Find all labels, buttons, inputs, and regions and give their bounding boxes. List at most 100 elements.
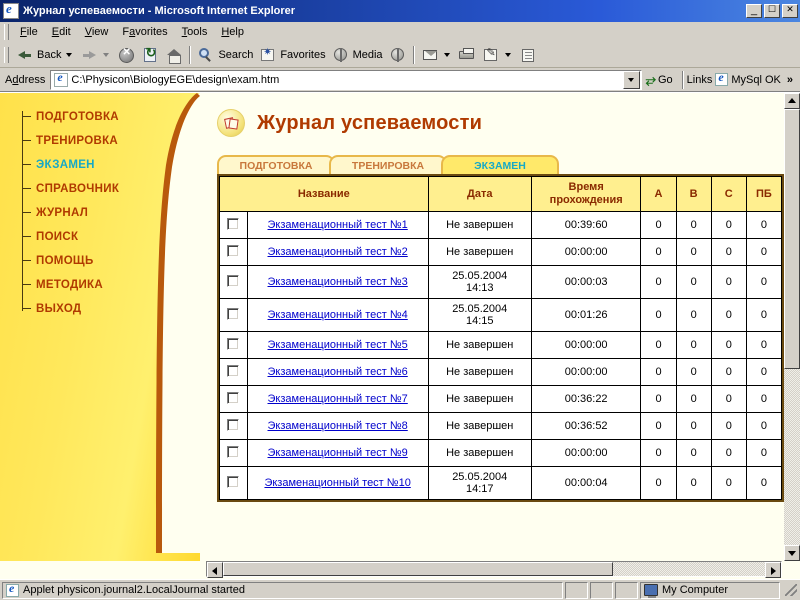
test-link[interactable]: Экзаменационный тест №5 [268, 339, 408, 351]
tab-bar: ПОДГОТОВКА ТРЕНИРОВКА ЭКЗАМЕН [200, 155, 784, 174]
go-label: Go [658, 74, 673, 86]
minimize-icon: _ [747, 6, 761, 14]
menu-tools[interactable]: Tools [175, 24, 215, 40]
address-input[interactable]: C:\Physicon\BiologyEGE\design\exam.htm [50, 70, 641, 90]
sidebar-item-spravochnik[interactable]: СПРАВОЧНИК [22, 177, 162, 201]
test-link[interactable]: Экзаменационный тест №8 [268, 420, 408, 432]
test-link[interactable]: Экзаменационный тест №3 [268, 276, 408, 288]
favorites-button[interactable]: Favorites [256, 44, 328, 66]
media-globe-icon [332, 46, 350, 64]
links-overflow-icon[interactable]: » [784, 74, 796, 86]
close-button[interactable]: ✕ [782, 4, 798, 18]
row-checkbox[interactable] [227, 245, 239, 257]
scroll-down-button[interactable] [784, 545, 800, 561]
back-dropdown-icon[interactable] [66, 53, 72, 57]
forward-dropdown-icon[interactable] [103, 53, 109, 57]
tab-label: ПОДГОТОВКА [240, 160, 313, 172]
row-score-b-cell: 0 [676, 467, 711, 500]
forward-button[interactable] [77, 44, 114, 66]
discuss-button[interactable] [516, 44, 540, 66]
row-checkbox[interactable] [227, 365, 239, 377]
row-checkbox[interactable] [227, 419, 239, 431]
address-dropdown-button[interactable] [623, 71, 640, 89]
menu-view[interactable]: View [78, 24, 116, 40]
horizontal-scrollbar[interactable] [206, 561, 782, 577]
row-score-a-cell: 0 [641, 467, 676, 500]
menu-grip[interactable] [4, 24, 9, 40]
row-score-pb-cell: 0 [746, 467, 781, 500]
history-button[interactable] [386, 44, 410, 66]
test-link[interactable]: Экзаменационный тест №4 [268, 309, 408, 321]
sidebar-item-vyhod[interactable]: ВЫХОД [22, 297, 162, 321]
test-link[interactable]: Экзаменационный тест №6 [268, 366, 408, 378]
minimize-button[interactable]: _ [746, 4, 762, 18]
tab-trenirovka[interactable]: ТРЕНИРОВКА [329, 155, 447, 174]
row-checkbox[interactable] [227, 218, 239, 230]
test-link[interactable]: Экзаменационный тест №1 [268, 219, 408, 231]
horizontal-scroll-track[interactable] [223, 562, 765, 576]
toolbar-separator [189, 46, 191, 64]
row-checkbox-cell [220, 212, 248, 239]
home-button[interactable] [162, 44, 186, 66]
stop-button[interactable] [114, 44, 138, 66]
search-button[interactable]: Search [194, 44, 256, 66]
resize-grip[interactable] [784, 583, 798, 597]
sidebar-item-metodika[interactable]: МЕТОДИКА [22, 273, 162, 297]
toolbar-grip[interactable] [4, 47, 9, 63]
mail-button[interactable] [418, 44, 455, 66]
test-link[interactable]: Экзаменационный тест №10 [264, 477, 410, 489]
scroll-left-button[interactable] [207, 562, 223, 578]
menu-file[interactable]: File [13, 24, 45, 40]
menu-favorites[interactable]: Favorites [115, 24, 174, 40]
media-button[interactable]: Media [329, 44, 386, 66]
maximize-button[interactable]: ☐ [764, 4, 780, 18]
table-row: Экзаменационный тест №5Не завершен00:00:… [220, 332, 782, 359]
row-score-b-cell: 0 [676, 266, 711, 299]
journal-table: Название Дата Время прохождения А В С ПБ… [219, 176, 782, 500]
row-checkbox[interactable] [227, 476, 239, 488]
row-checkbox[interactable] [227, 338, 239, 350]
sidebar-item-podgotovka[interactable]: ПОДГОТОВКА [22, 105, 162, 129]
print-button[interactable] [455, 44, 479, 66]
edit-button[interactable] [479, 44, 516, 66]
tab-podgotovka[interactable]: ПОДГОТОВКА [217, 155, 335, 174]
refresh-button[interactable] [138, 44, 162, 66]
menu-help[interactable]: Help [214, 24, 251, 40]
link-mysql-ok[interactable]: MySql OK [715, 73, 781, 86]
row-score-a-cell: 0 [641, 413, 676, 440]
edit-dropdown-icon[interactable] [505, 53, 511, 57]
row-time-cell: 00:00:00 [531, 440, 641, 467]
scroll-right-button[interactable] [765, 562, 781, 578]
sidebar-item-zhurnal[interactable]: ЖУРНАЛ [22, 201, 162, 225]
row-checkbox[interactable] [227, 446, 239, 458]
menu-edit[interactable]: Edit [45, 24, 78, 40]
sidebar-item-pomoshch[interactable]: ПОМОЩЬ [22, 249, 162, 273]
row-checkbox[interactable] [227, 392, 239, 404]
tab-ekzamen[interactable]: ЭКЗАМЕН [441, 155, 559, 174]
col-header-b: В [676, 177, 711, 212]
test-link[interactable]: Экзаменационный тест №7 [268, 393, 408, 405]
sidebar-item-trenirovka[interactable]: ТРЕНИРОВКА [22, 129, 162, 153]
go-button[interactable]: ⥂ Go [642, 72, 679, 88]
row-name-cell: Экзаменационный тест №2 [247, 239, 428, 266]
vertical-scroll-thumb[interactable] [784, 109, 800, 369]
row-score-a-cell: 0 [641, 359, 676, 386]
row-score-a-cell: 0 [641, 239, 676, 266]
mail-dropdown-icon[interactable] [444, 53, 450, 57]
test-link[interactable]: Экзаменационный тест №9 [268, 447, 408, 459]
sidebar-item-poisk[interactable]: ПОИСК [22, 225, 162, 249]
address-label: Address [2, 74, 50, 86]
sidebar-item-ekzamen[interactable]: ЭКЗАМЕН [22, 153, 162, 177]
test-link[interactable]: Экзаменационный тест №2 [268, 246, 408, 258]
vertical-scroll-track[interactable] [784, 109, 800, 545]
row-checkbox[interactable] [227, 275, 239, 287]
page-vertical-scrollbar[interactable] [784, 93, 800, 561]
stop-icon [117, 46, 135, 64]
row-time-cell: 00:01:26 [531, 299, 641, 332]
horizontal-scroll-thumb[interactable] [223, 562, 613, 576]
row-score-c-cell: 0 [711, 440, 746, 467]
row-checkbox[interactable] [227, 308, 239, 320]
scroll-up-button[interactable] [784, 93, 800, 109]
row-name-cell: Экзаменационный тест №8 [247, 413, 428, 440]
back-button[interactable]: Back [13, 44, 77, 66]
